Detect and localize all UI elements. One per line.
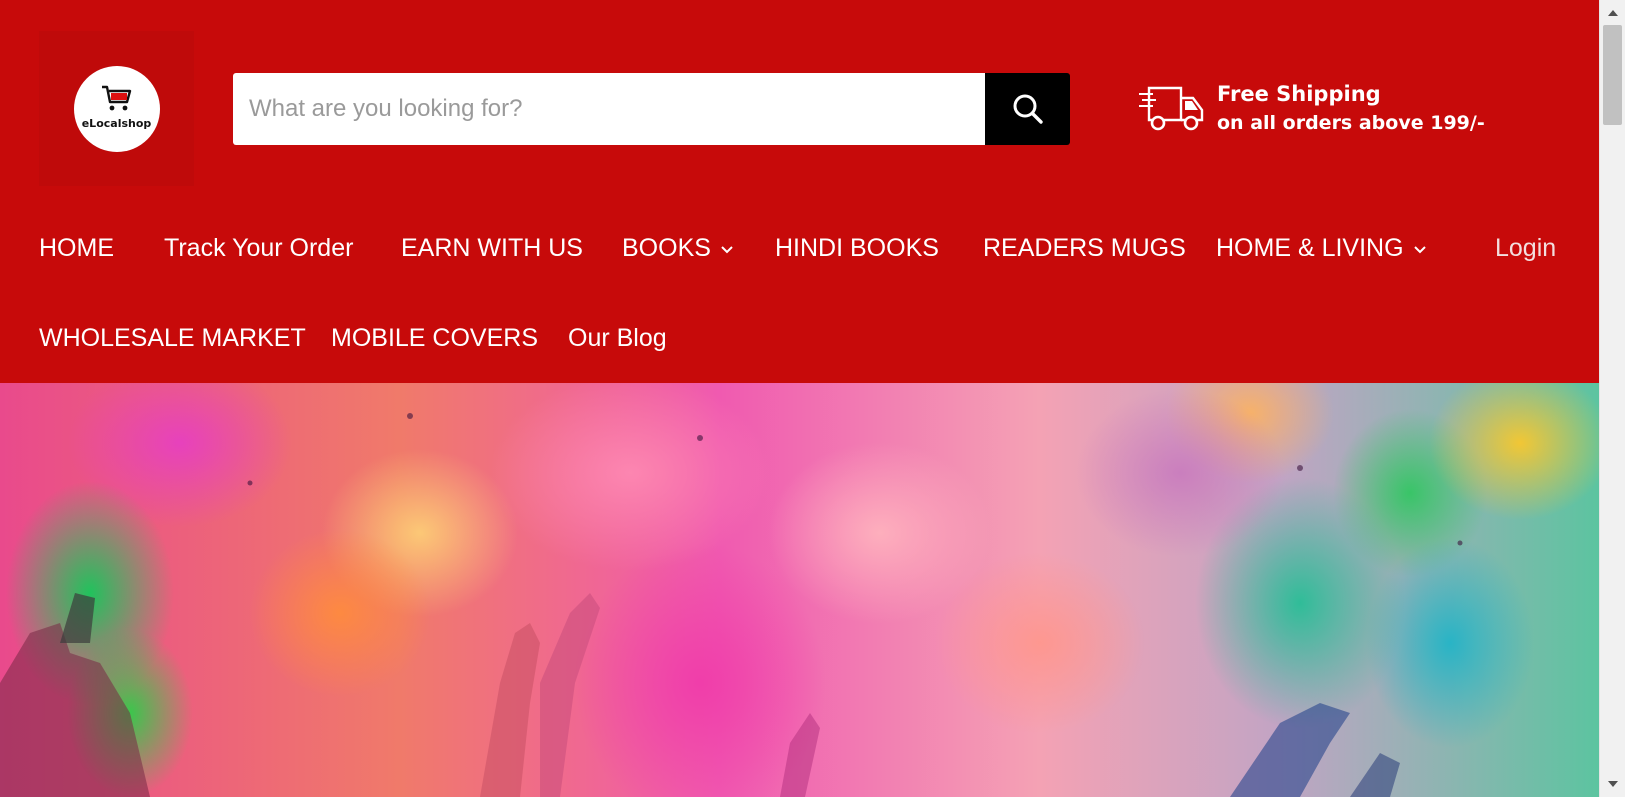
nav-row-2: WHOLESALE MARKET MOBILE COVERS Our Blog [0,318,1599,358]
truck-icon [1139,86,1204,131]
search-button[interactable] [985,73,1070,145]
nav-item-label: HINDI BOOKS [775,234,939,262]
nav-item-label: MOBILE COVERS [331,324,538,352]
logo-text: eLocalshop [81,117,152,130]
nav-item-label: HOME [39,234,114,262]
scrollbar-thumb[interactable] [1603,25,1622,125]
shipping-subtitle: on all orders above 199/- [1217,112,1485,134]
scroll-down-arrow-icon[interactable] [1608,781,1618,787]
nav-item-our-blog[interactable]: Our Blog [568,318,667,358]
vertical-scrollbar[interactable] [1599,0,1625,797]
search-icon [1013,94,1043,124]
nav-item-hindi-books[interactable]: HINDI BOOKS [775,228,939,268]
free-shipping-banner: Free Shipping on all orders above 199/- [1137,80,1485,138]
scroll-up-arrow-icon[interactable] [1608,10,1618,16]
login-link[interactable]: Login [1495,228,1556,268]
nav-item-books[interactable]: BOOKS [622,228,733,268]
page: eLocalshop What are you looking for? Fre… [0,0,1599,797]
chevron-down-icon [721,246,733,254]
search-bar [233,73,1070,145]
nav-item-label: HOME & LIVING [1216,234,1404,262]
nav-item-mobile-covers[interactable]: MOBILE COVERS [331,318,538,358]
nav-item-label: WHOLESALE MARKET [39,324,306,352]
nav-item-label: EARN WITH US [401,234,583,262]
nav-item-readers-mugs[interactable]: READERS MUGS [983,228,1186,268]
nav-item-label: Track Your Order [164,234,354,262]
nav-item-earn-with-us[interactable]: EARN WITH US [401,228,583,268]
shopping-cart-icon [101,85,131,111]
shipping-title: Free Shipping [1217,82,1381,106]
site-logo[interactable]: eLocalshop [39,31,194,186]
nav-item-home[interactable]: HOME [39,228,114,268]
nav-item-track-order[interactable]: Track Your Order [164,228,353,268]
nav-item-label: Our Blog [568,324,667,352]
nav-item-label: BOOKS [622,234,711,262]
hero-banner-image[interactable] [0,383,1599,797]
site-header: eLocalshop What are you looking for? Fre… [0,0,1599,383]
search-input[interactable] [233,73,985,145]
chevron-down-icon [1413,246,1426,254]
logo-badge: eLocalshop [73,65,160,152]
nav-item-home-living[interactable]: HOME & LIVING [1216,228,1426,268]
nav-row-1: HOME Track Your Order EARN WITH US BOOKS… [0,228,1599,268]
nav-item-wholesale-market[interactable]: WHOLESALE MARKET [39,318,306,358]
hero-crowd-silhouettes [0,413,1463,797]
nav-item-label: READERS MUGS [983,234,1186,262]
